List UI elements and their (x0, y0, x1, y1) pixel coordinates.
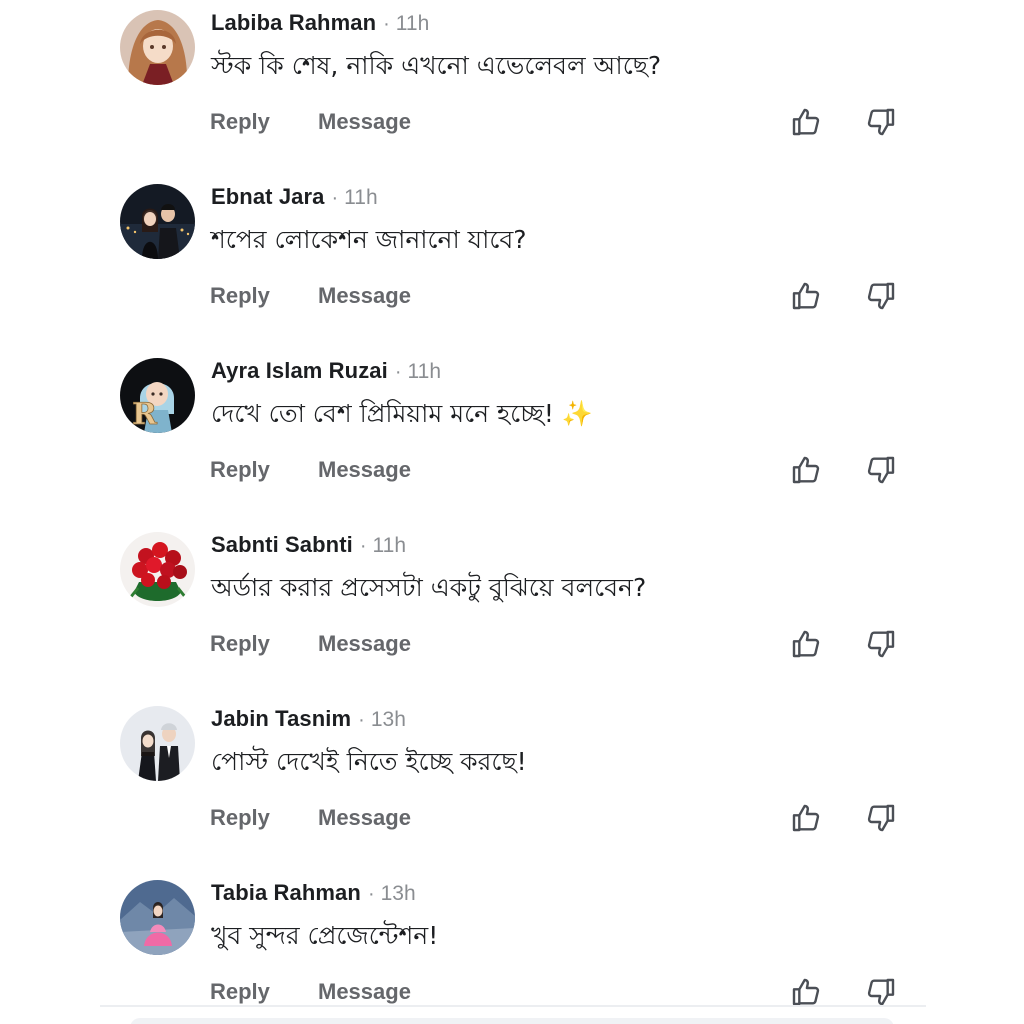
comment-text: দেখে তো বেশ প্রিমিয়াম মনে হচ্ছে! ✨ (211, 399, 593, 428)
comment-text: স্টক কি শেষ, নাকি এখনো এভেলেবল আছে? (211, 51, 662, 80)
comment-time[interactable]: 11h (373, 534, 406, 558)
separator-dot: · (383, 13, 390, 35)
thumbs-down-icon[interactable] (865, 106, 897, 138)
separator-dot: · (394, 361, 402, 383)
message-button[interactable]: Message (318, 109, 411, 135)
author-name[interactable]: Ebnat Jara (211, 184, 325, 210)
message-button[interactable]: Message (318, 457, 411, 483)
comment-actions: Reply Message (210, 627, 411, 661)
avatar[interactable] (120, 706, 195, 781)
author-name[interactable]: Tabia Rahman (211, 880, 361, 906)
comment-text: পোস্ট দেখেই নিতে ইচ্ছে করছে! (211, 747, 527, 776)
avatar[interactable] (120, 880, 195, 955)
comment-text: খুব সুন্দর প্রেজেন্টেশন! (211, 921, 439, 950)
message-button[interactable]: Message (318, 979, 411, 1005)
reply-button[interactable]: Reply (210, 109, 318, 135)
thumbs-up-icon[interactable] (790, 976, 822, 1008)
thumbs-down-icon[interactable] (865, 802, 897, 834)
avatar[interactable] (120, 184, 195, 259)
author-name[interactable]: Sabnti Sabnti (211, 532, 353, 558)
thumbs-down-icon[interactable] (865, 280, 897, 312)
comment-time[interactable]: 13h (371, 708, 406, 732)
avatar[interactable]: R (120, 358, 195, 433)
thumbs-up-icon[interactable] (790, 280, 822, 312)
comment: Labiba Rahman · 11h স্টক কি শেষ, নাকি এখ… (0, 0, 1024, 174)
author-name[interactable]: Jabin Tasnim (211, 706, 351, 732)
reply-button[interactable]: Reply (210, 631, 318, 657)
reply-button[interactable]: Reply (210, 805, 318, 831)
comment-header: Ebnat Jara · 11h (211, 184, 378, 212)
author-name[interactable]: Labiba Rahman (211, 10, 376, 36)
reply-button[interactable]: Reply (210, 979, 318, 1005)
comment-time[interactable]: 11h (408, 360, 441, 384)
message-button[interactable]: Message (318, 283, 411, 309)
comment: Sabnti Sabnti · 11h অর্ডার করার প্রসেসটা… (0, 522, 1024, 696)
avatar[interactable] (120, 10, 195, 85)
comment-text: শপের লোকেশন জানানো যাবে? (211, 225, 527, 254)
separator-dot: · (358, 709, 365, 731)
comment: Ebnat Jara · 11h শপের লোকেশন জানানো যাবে… (0, 174, 1024, 348)
author-name[interactable]: Ayra Islam Ruzai (211, 358, 388, 384)
comment-header: Jabin Tasnim · 13h (211, 706, 406, 734)
thumbs-down-icon[interactable] (865, 976, 897, 1008)
comment-text: অর্ডার করার প্রসেসটা একটু বুঝিয়ে বলবেন? (211, 573, 647, 602)
thumbs-up-icon[interactable] (790, 802, 822, 834)
comment-header: Ayra Islam Ruzai · 11h (211, 358, 441, 386)
comment-time[interactable]: 13h (381, 882, 416, 906)
thumbs-down-icon[interactable] (865, 628, 897, 660)
separator-dot: · (331, 187, 339, 209)
message-button[interactable]: Message (318, 805, 411, 831)
thumbs-down-icon[interactable] (865, 454, 897, 486)
comment-header: Sabnti Sabnti · 11h (211, 532, 406, 560)
thumbs-up-icon[interactable] (790, 106, 822, 138)
comment-actions: Reply Message (210, 279, 411, 313)
separator-dot: · (367, 883, 375, 905)
comment-header: Tabia Rahman · 13h (211, 880, 416, 908)
avatar-letter: R (132, 397, 158, 432)
comments-list: Labiba Rahman · 11h স্টক কি শেষ, নাকি এখ… (0, 0, 1024, 1024)
comment-header: Labiba Rahman · 11h (211, 10, 429, 38)
separator-dot: · (359, 535, 367, 557)
comment-actions: Reply Message (210, 801, 411, 835)
comment-time[interactable]: 11h (344, 186, 377, 210)
comment-time[interactable]: 11h (396, 12, 429, 36)
comment: Jabin Tasnim · 13h পোস্ট দেখেই নিতে ইচ্ছ… (0, 696, 1024, 870)
divider (100, 1005, 926, 1007)
avatar[interactable] (120, 532, 195, 607)
thumbs-up-icon[interactable] (790, 628, 822, 660)
comment-actions: Reply Message (210, 453, 411, 487)
comment-actions: Reply Message (210, 975, 411, 1009)
comment-actions: Reply Message (210, 105, 411, 139)
comment-input-bar[interactable] (130, 1018, 894, 1024)
reply-button[interactable]: Reply (210, 283, 318, 309)
thumbs-up-icon[interactable] (790, 454, 822, 486)
comment: Tabia Rahman · 13h খুব সুন্দর প্রেজেন্টে… (0, 870, 1024, 1024)
reply-button[interactable]: Reply (210, 457, 318, 483)
comment: R Ayra Islam Ruzai · 11h দেখে তো বেশ প্র… (0, 348, 1024, 522)
message-button[interactable]: Message (318, 631, 411, 657)
